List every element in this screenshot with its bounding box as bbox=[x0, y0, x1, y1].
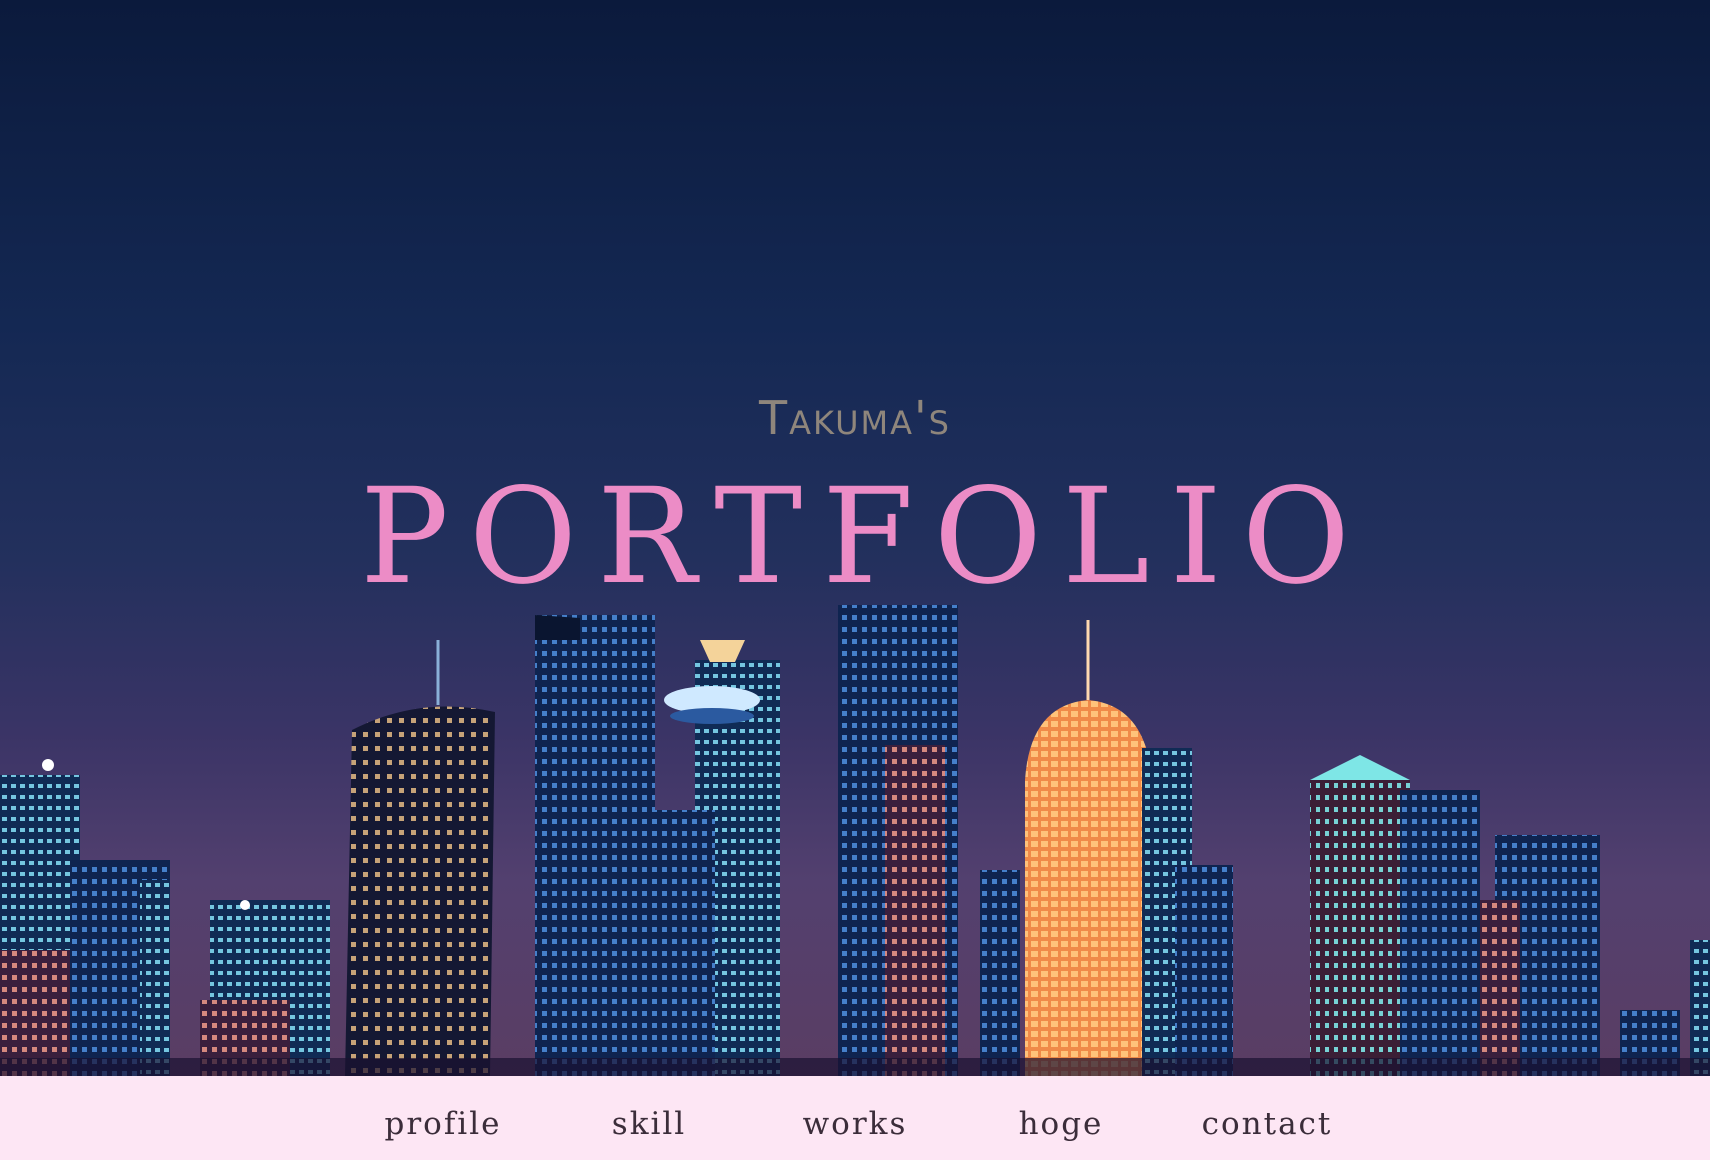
page: Takuma's PORTFOLIO profile skill works h… bbox=[0, 0, 1710, 1160]
hero-title: PORTFOLIO bbox=[360, 460, 1370, 614]
nav-item-contact[interactable]: contact bbox=[1164, 1094, 1370, 1142]
nav-item-profile[interactable]: profile bbox=[340, 1094, 546, 1142]
nav-item-hoge[interactable]: hoge bbox=[958, 1094, 1164, 1142]
hero-section: Takuma's PORTFOLIO bbox=[0, 0, 1710, 1076]
hero-title-block: Takuma's PORTFOLIO bbox=[0, 395, 1710, 603]
hero-subtitle: Takuma's bbox=[759, 391, 951, 445]
nav-item-skill[interactable]: skill bbox=[546, 1094, 752, 1142]
nav-item-works[interactable]: works bbox=[752, 1094, 958, 1142]
bottom-nav: profile skill works hoge contact bbox=[0, 1076, 1710, 1160]
